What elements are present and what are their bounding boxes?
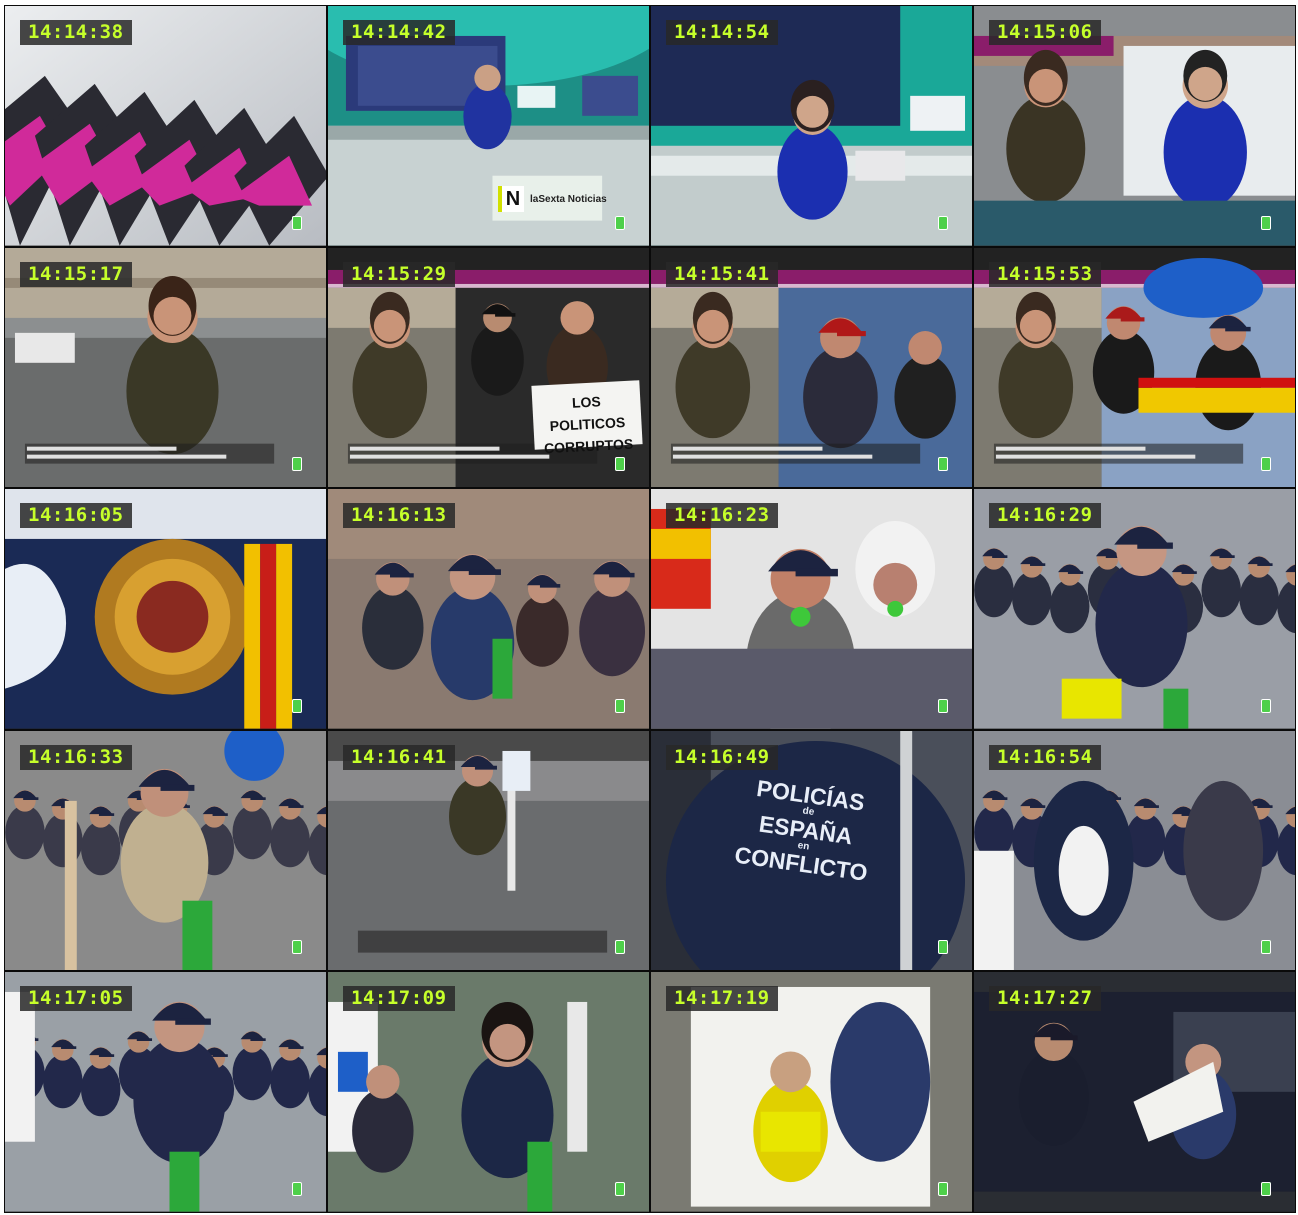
brand-name: laSexta Noticias <box>530 193 607 205</box>
channel-logo-icon <box>1261 215 1271 230</box>
video-frame: 14:16:23 <box>651 489 972 729</box>
video-frame: 14:14:54 <box>651 6 972 246</box>
protest-placard: LOS POLITICOS CORRUPTOS <box>531 379 643 456</box>
frame-timestamp: 14:15:17 <box>20 261 132 287</box>
frame-timestamp: 14:16:33 <box>20 744 132 770</box>
video-frame: 14:17:09 <box>328 972 649 1212</box>
frame-timestamp: 14:15:53 <box>989 261 1101 287</box>
video-frame: 14:17:05 <box>5 972 326 1212</box>
channel-logo-icon <box>938 457 948 472</box>
frame-timestamp: 14:17:09 <box>343 986 455 1012</box>
contact-sheet-grid: 14:14:38 14:14:42 NlaSexta Noticias 14:14:5… <box>4 5 1296 1213</box>
frame-timestamp: 14:17:27 <box>989 986 1101 1012</box>
video-frame: 14:16:13 <box>328 489 649 729</box>
channel-logo-icon <box>938 1182 948 1196</box>
video-frame: 14:16:41 <box>328 730 649 971</box>
channel-logo-icon <box>615 940 625 955</box>
video-frame: 14:16:33 <box>5 730 326 971</box>
channel-logo-icon <box>1261 940 1271 955</box>
frame-timestamp: 14:16:41 <box>343 744 455 770</box>
frame-timestamp: 14:17:19 <box>666 986 778 1012</box>
channel-logo-icon <box>292 940 302 955</box>
frame-timestamp: 14:15:06 <box>989 20 1101 45</box>
channel-logo-icon <box>615 698 625 713</box>
video-frame: 14:16:29 <box>974 489 1295 729</box>
video-frame: 14:15:17 <box>5 247 326 488</box>
channel-logo-icon <box>938 698 948 713</box>
channel-logo-icon <box>938 215 948 230</box>
channel-logo-icon <box>1261 698 1271 713</box>
frame-timestamp: 14:14:38 <box>20 20 132 45</box>
channel-logo-icon <box>292 698 302 713</box>
channel-logo-icon <box>615 457 625 472</box>
channel-logo-icon <box>1261 1182 1271 1196</box>
channel-logo-icon <box>615 215 625 230</box>
frame-timestamp: 14:16:29 <box>989 503 1101 529</box>
channel-logo-icon <box>615 1182 625 1196</box>
video-frame: 14:14:38 <box>5 6 326 246</box>
frame-timestamp: 14:16:05 <box>20 503 132 529</box>
video-frame: 14:17:27 <box>974 972 1295 1212</box>
frame-timestamp: 14:16:49 <box>666 744 778 770</box>
video-frame: 14:17:19 <box>651 972 972 1212</box>
shirt-slogan: POLICÍAS de ESPAÑA en CONFLICTO <box>733 774 878 886</box>
studio-brand: NlaSexta Noticias <box>498 186 607 212</box>
frame-timestamp: 14:15:29 <box>343 261 455 287</box>
frame-timestamp: 14:14:42 <box>343 20 455 45</box>
channel-logo-icon <box>292 215 302 230</box>
channel-logo-icon <box>938 940 948 955</box>
channel-logo-icon <box>292 457 302 472</box>
video-frame: 14:14:42 NlaSexta Noticias <box>328 6 649 246</box>
frame-timestamp: 14:17:05 <box>20 986 132 1012</box>
video-frame: 14:15:41 <box>651 247 972 488</box>
video-frame: 14:16:05 <box>5 489 326 729</box>
frame-timestamp: 14:16:13 <box>343 503 455 529</box>
frame-timestamp: 14:15:41 <box>666 261 778 287</box>
video-frame: 14:15:53 <box>974 247 1295 488</box>
frame-timestamp: 14:16:23 <box>666 503 778 529</box>
video-frame: 14:15:29 LOS POLITICOS CORRUPTOS <box>328 247 649 488</box>
brand-letter: N <box>498 186 524 212</box>
video-frame: 14:16:54 <box>974 730 1295 971</box>
channel-logo-icon <box>1261 457 1271 472</box>
video-frame: 14:15:06 <box>974 6 1295 246</box>
video-frame: 14:16:49 POLICÍAS de ESPAÑA en CONFLICTO <box>651 730 972 971</box>
frame-timestamp: 14:14:54 <box>666 20 778 45</box>
frame-timestamp: 14:16:54 <box>989 744 1101 770</box>
channel-logo-icon <box>292 1182 302 1196</box>
